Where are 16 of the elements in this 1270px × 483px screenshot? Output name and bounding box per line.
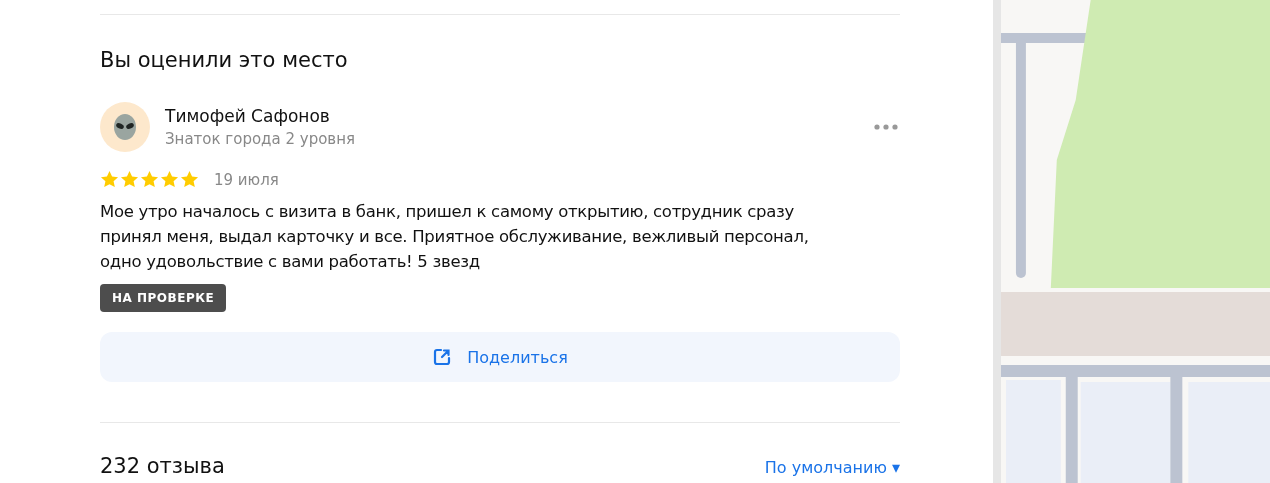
- avatar-icon: [100, 102, 150, 152]
- reviews-count: 232 отзыва: [100, 453, 225, 480]
- section-title: Вы оценили это место: [100, 47, 348, 74]
- star-icon: [140, 170, 159, 189]
- star-icon: [100, 170, 119, 189]
- share-button[interactable]: Поделиться: [100, 332, 900, 382]
- status-badge: НА ПРОВЕРКЕ: [100, 284, 227, 312]
- review-date: 19 июля: [214, 170, 279, 189]
- star-icon: [180, 170, 199, 189]
- review-text: Мое утро началось с визита в банк, пришел к самому открытию, сотрудник сразу принял меня, выдал карточку и все. Приятное обслуживание, вежливый персонал, одно удовольствие с вами работать! 5 звезд: [100, 201, 810, 273]
- author-name[interactable]: Тимофей Сафонов: [165, 104, 872, 128]
- star-icon: [120, 170, 139, 189]
- author-level: Знаток города 2 уровня: [165, 129, 356, 150]
- share-icon: [432, 347, 453, 367]
- sort-dropdown[interactable]: По умолчанию ▾: [764, 458, 900, 477]
- star-icon: [160, 170, 179, 189]
